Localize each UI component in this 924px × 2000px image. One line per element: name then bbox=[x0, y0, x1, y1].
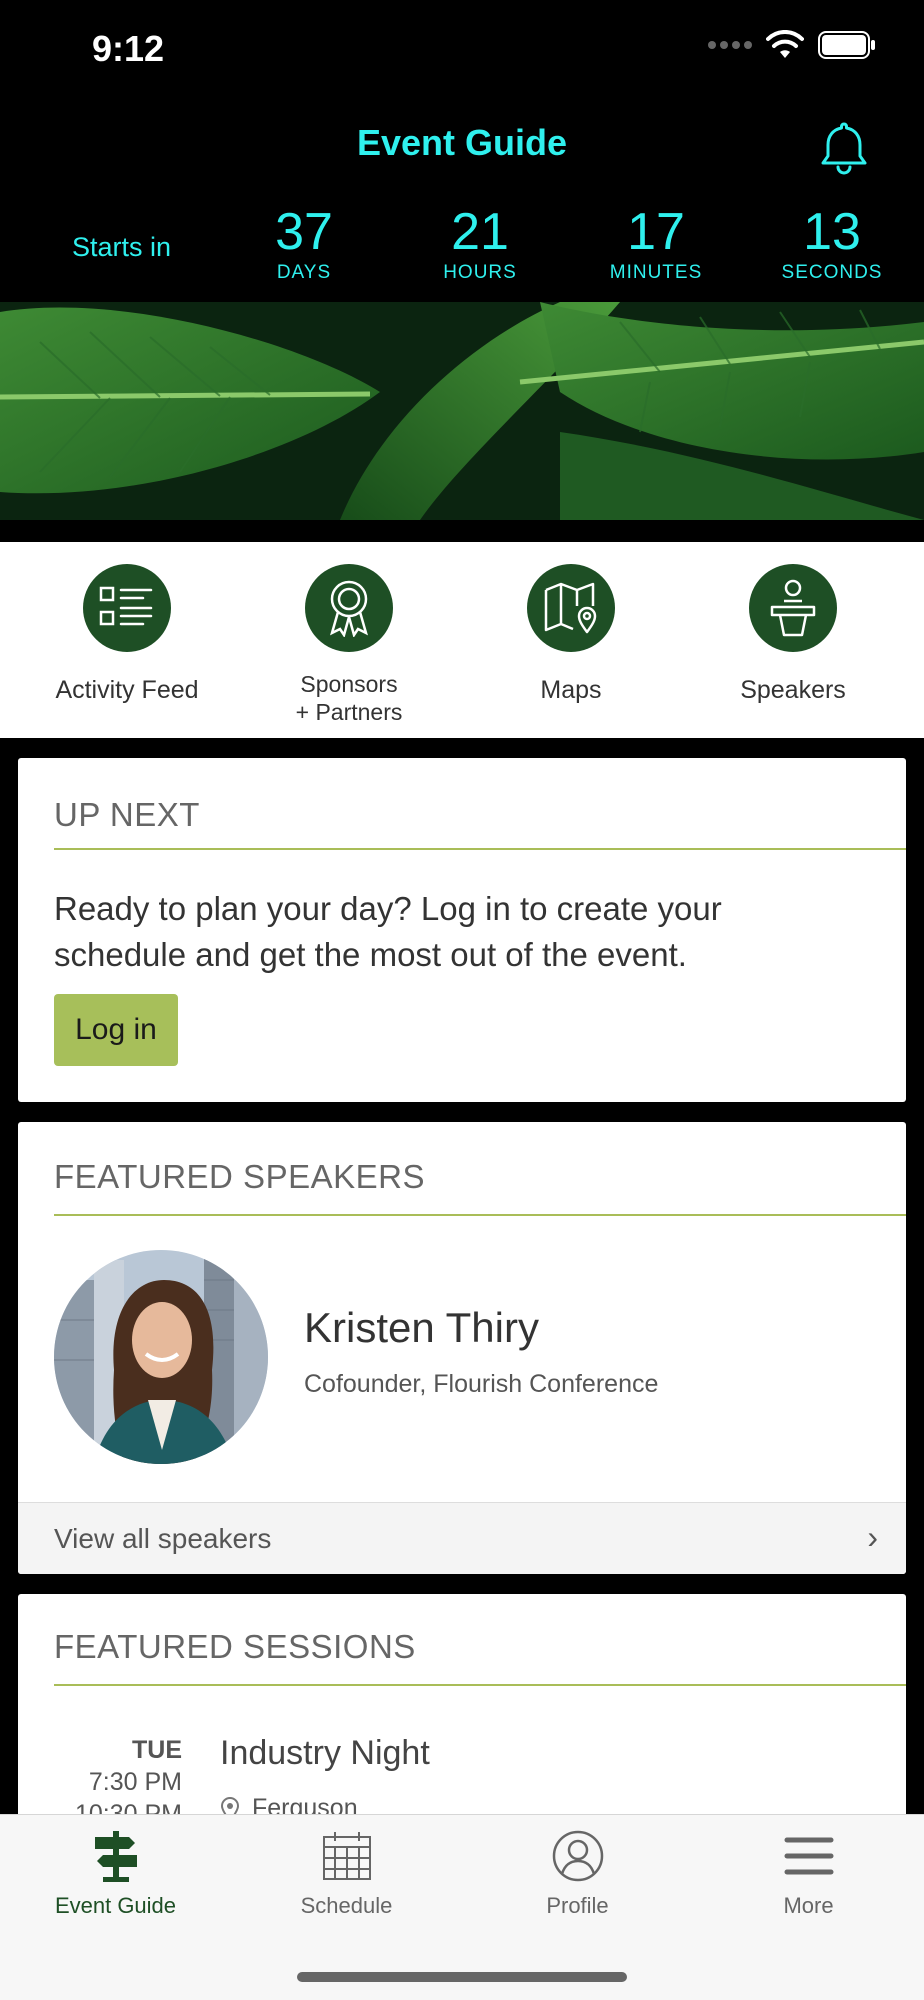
quick-link-sponsors[interactable]: Sponsors + Partners bbox=[238, 564, 460, 726]
session-start-time: 7:30 PM bbox=[88, 1768, 182, 1796]
status-time: 9:12 bbox=[92, 28, 165, 69]
countdown-unit: SECONDS bbox=[781, 262, 883, 283]
cellular-signal-icon bbox=[708, 41, 752, 49]
hero-banner-image bbox=[0, 302, 924, 520]
quick-link-label: Maps bbox=[540, 676, 602, 704]
countdown-unit: HOURS bbox=[443, 262, 517, 283]
view-all-speakers-link[interactable]: View all speakers › bbox=[18, 1502, 906, 1574]
countdown-minutes: 17 MINUTES bbox=[586, 204, 726, 284]
hero-divider bbox=[0, 520, 924, 542]
avatar[interactable] bbox=[54, 1250, 268, 1464]
quick-link-activity-feed[interactable]: Activity Feed bbox=[16, 564, 238, 704]
session-day: TUE bbox=[132, 1736, 182, 1764]
countdown-value: 21 bbox=[451, 203, 509, 261]
signpost-icon bbox=[94, 1831, 137, 1882]
tab-label: Event Guide bbox=[54, 1893, 177, 1918]
tab-event-guide[interactable]: Event Guide bbox=[0, 1829, 231, 1919]
chevron-right-icon: › bbox=[867, 1519, 878, 1555]
quick-link-label-line1: Sponsors bbox=[300, 671, 398, 697]
up-next-text: Ready to plan your day? Log in to create… bbox=[54, 890, 722, 973]
featured-sessions-title: FEATURED SESSIONS bbox=[54, 1628, 416, 1665]
divider bbox=[54, 1684, 906, 1686]
quick-link-label: Activity Feed bbox=[55, 676, 199, 704]
session-title[interactable]: Industry Night bbox=[220, 1734, 430, 1773]
quick-link-label: Speakers bbox=[740, 676, 846, 704]
quick-links: Activity Feed Sponsors + Partners Maps S… bbox=[0, 542, 924, 738]
page-title: Event Guide bbox=[356, 122, 568, 163]
list-icon bbox=[83, 564, 171, 652]
battery-icon bbox=[818, 31, 875, 59]
countdown-unit: DAYS bbox=[276, 262, 332, 283]
countdown-value: 37 bbox=[275, 203, 333, 261]
speaker-name[interactable]: Kristen Thiry bbox=[304, 1304, 539, 1352]
countdown-days: 37 DAYS bbox=[234, 204, 374, 284]
profile-icon bbox=[552, 1830, 603, 1882]
tab-label: More bbox=[783, 1893, 834, 1918]
featured-speakers-card: FEATURED SPEAKERS Kristen Thiry Cofounde… bbox=[18, 1122, 906, 1574]
quick-link-maps[interactable]: Maps bbox=[460, 564, 682, 704]
speaker-role: Cofounder, Flourish Conference bbox=[304, 1370, 659, 1398]
divider bbox=[54, 848, 906, 850]
podium-icon bbox=[749, 564, 837, 652]
up-next-card: UP NEXT Ready to plan your day? Log in t… bbox=[18, 758, 906, 1102]
featured-speakers-title: FEATURED SPEAKERS bbox=[54, 1158, 425, 1195]
login-button[interactable]: Log in bbox=[54, 994, 178, 1066]
calendar-icon bbox=[322, 1832, 371, 1880]
countdown-value: 13 bbox=[803, 203, 861, 261]
map-icon bbox=[527, 564, 615, 652]
countdown-seconds: 13 SECONDS bbox=[762, 204, 902, 284]
quick-link-label: Sponsors + Partners bbox=[238, 670, 460, 726]
status-icons bbox=[708, 30, 876, 60]
tab-schedule[interactable]: Schedule bbox=[231, 1829, 462, 1919]
bell-icon[interactable] bbox=[814, 118, 874, 178]
divider bbox=[54, 1214, 906, 1216]
tab-profile[interactable]: Profile bbox=[462, 1829, 693, 1919]
up-next-title: UP NEXT bbox=[54, 796, 200, 833]
countdown-hours: 21 HOURS bbox=[410, 204, 550, 284]
quick-link-label-line2: + Partners bbox=[295, 699, 403, 725]
view-all-speakers-label: View all speakers bbox=[54, 1523, 272, 1554]
ribbon-icon bbox=[305, 564, 393, 652]
tab-more[interactable]: More bbox=[693, 1829, 924, 1919]
tab-label: Profile bbox=[546, 1893, 609, 1918]
menu-icon bbox=[784, 1837, 833, 1875]
quick-link-speakers[interactable]: Speakers bbox=[682, 564, 904, 704]
tab-label: Schedule bbox=[300, 1893, 393, 1918]
header: Event Guide Starts in 37 DAYS 21 HOURS 1… bbox=[0, 100, 924, 302]
starts-in-label: Starts in bbox=[72, 232, 172, 262]
home-indicator[interactable] bbox=[297, 1972, 627, 1982]
countdown-value: 17 bbox=[627, 203, 685, 261]
status-bar: 9:12 bbox=[0, 0, 924, 100]
wifi-icon bbox=[766, 30, 804, 58]
countdown-unit: MINUTES bbox=[609, 262, 703, 283]
